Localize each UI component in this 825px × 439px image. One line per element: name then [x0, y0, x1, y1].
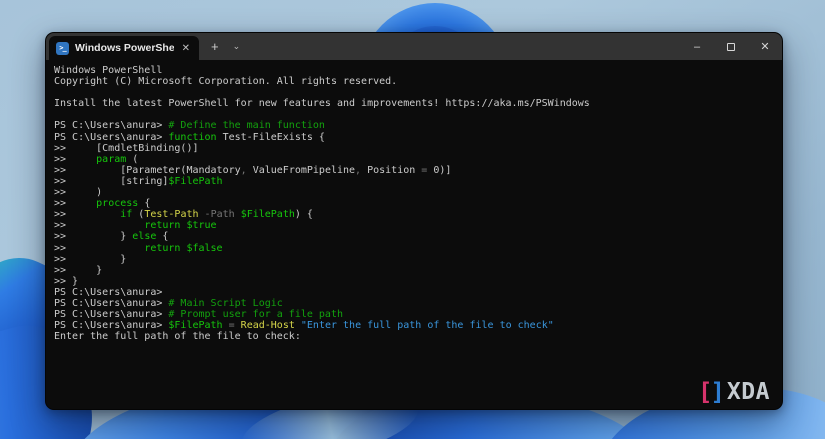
terminal-window: >_ Windows PowerShell ✕ + ⌄ – ✕ Windows …: [45, 32, 783, 410]
new-tab-button[interactable]: +: [211, 39, 219, 54]
terminal-line: Windows PowerShell: [54, 65, 163, 76]
terminal-line: >> return $false: [54, 242, 223, 254]
terminal-line: PS C:\Users\anura> # Define the main fun…: [54, 120, 325, 132]
maximize-button[interactable]: [714, 33, 748, 60]
terminal-line: PS C:\Users\anura> $FilePath = Read-Host…: [54, 320, 554, 332]
terminal-line: >> } else {: [54, 231, 169, 243]
terminal-line: >> [Parameter(Mandatory, ValueFromPipeli…: [54, 164, 452, 176]
tab-dropdown-button[interactable]: ⌄: [233, 41, 241, 52]
terminal-line: PS C:\Users\anura>: [54, 286, 163, 298]
window-controls: – ✕: [680, 33, 782, 60]
terminal-line: Enter the full path of the file to check…: [54, 331, 301, 343]
terminal-line: Install the latest PowerShell for new fe…: [54, 98, 590, 110]
terminal-output[interactable]: Windows PowerShell Copyright (C) Microsof…: [46, 60, 782, 342]
terminal-line: >> if (Test-Path -Path $FilePath) {: [54, 209, 313, 221]
maximize-icon: [727, 42, 735, 51]
terminal-line: >> }: [54, 275, 79, 287]
terminal-line: >> ): [54, 187, 103, 199]
xda-bracket-right: ]: [710, 378, 725, 406]
tab-windows-powershell[interactable]: >_ Windows PowerShell ✕: [49, 36, 199, 60]
terminal-line: >> }: [54, 264, 103, 276]
tab-title: Windows PowerShell: [75, 42, 174, 54]
terminal-line: >> [CmdletBinding()]: [54, 142, 199, 154]
close-button[interactable]: ✕: [748, 33, 782, 60]
minimize-button[interactable]: –: [680, 33, 714, 60]
titlebar[interactable]: >_ Windows PowerShell ✕ + ⌄ – ✕: [46, 33, 782, 60]
xda-logo-text: XDA: [726, 379, 770, 405]
powershell-icon: >_: [56, 41, 69, 55]
terminal-line: >> process {: [54, 198, 151, 210]
terminal-line: Copyright (C) Microsoft Corporation. All…: [54, 76, 398, 88]
terminal-line: PS C:\Users\anura> function Test-FileExi…: [54, 131, 325, 143]
terminal-line: >> return $true: [54, 220, 217, 232]
terminal-line: PS C:\Users\anura> # Prompt user for a f…: [54, 309, 343, 321]
terminal-line: >> [string]$FilePath: [54, 175, 223, 187]
tab-close-icon[interactable]: ✕: [180, 43, 192, 54]
terminal-line: >> param (: [54, 153, 139, 165]
xda-bracket-left: [: [698, 378, 713, 406]
xda-watermark: [ ] XDA: [698, 379, 770, 405]
terminal-line: >> }: [54, 253, 127, 265]
terminal-line: PS C:\Users\anura> # Main Script Logic: [54, 297, 283, 309]
